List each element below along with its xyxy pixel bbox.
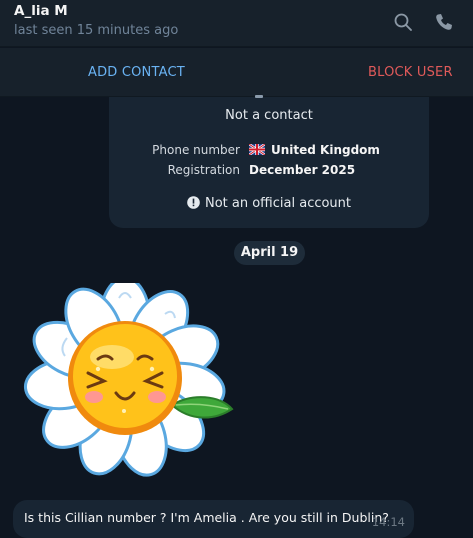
add-contact-button[interactable]: ADD CONTACT xyxy=(88,65,185,80)
phone-country: United Kingdom xyxy=(271,143,380,157)
official-account-note: Not an official account xyxy=(109,196,429,211)
message-text: Is this Cillian number ? I'm Amelia . Ar… xyxy=(24,510,389,525)
last-seen-status: last seen 15 minutes ago xyxy=(14,23,179,38)
message-time: 14:14 xyxy=(371,515,405,529)
info-icon xyxy=(187,196,200,209)
official-note-text: Not an official account xyxy=(204,196,352,211)
phone-number-label: Phone number xyxy=(152,143,240,157)
contact-info-card: Not a contact Phone number United Kingdo… xyxy=(109,95,429,228)
message-bubble[interactable]: Is this Cillian number ? I'm Amelia . Ar… xyxy=(13,500,414,538)
phone-number-value: United Kingdom xyxy=(249,143,380,157)
contact-action-bar: ADD CONTACT BLOCK USER xyxy=(0,48,473,97)
block-user-button[interactable]: BLOCK USER xyxy=(368,65,453,80)
search-icon[interactable] xyxy=(392,11,414,33)
contact-status: Not a contact xyxy=(225,108,313,123)
uk-flag-icon xyxy=(249,144,265,155)
phone-icon[interactable] xyxy=(433,11,455,33)
chat-header: A_lia M last seen 15 minutes ago xyxy=(0,0,473,47)
chat-title[interactable]: A_lia M xyxy=(14,3,68,19)
card-top-fragment xyxy=(255,95,263,98)
registration-label: Registration xyxy=(167,163,240,177)
date-separator: April 19 xyxy=(234,241,305,265)
registration-value: December 2025 xyxy=(249,163,356,177)
daisy-sticker[interactable] xyxy=(14,283,236,477)
